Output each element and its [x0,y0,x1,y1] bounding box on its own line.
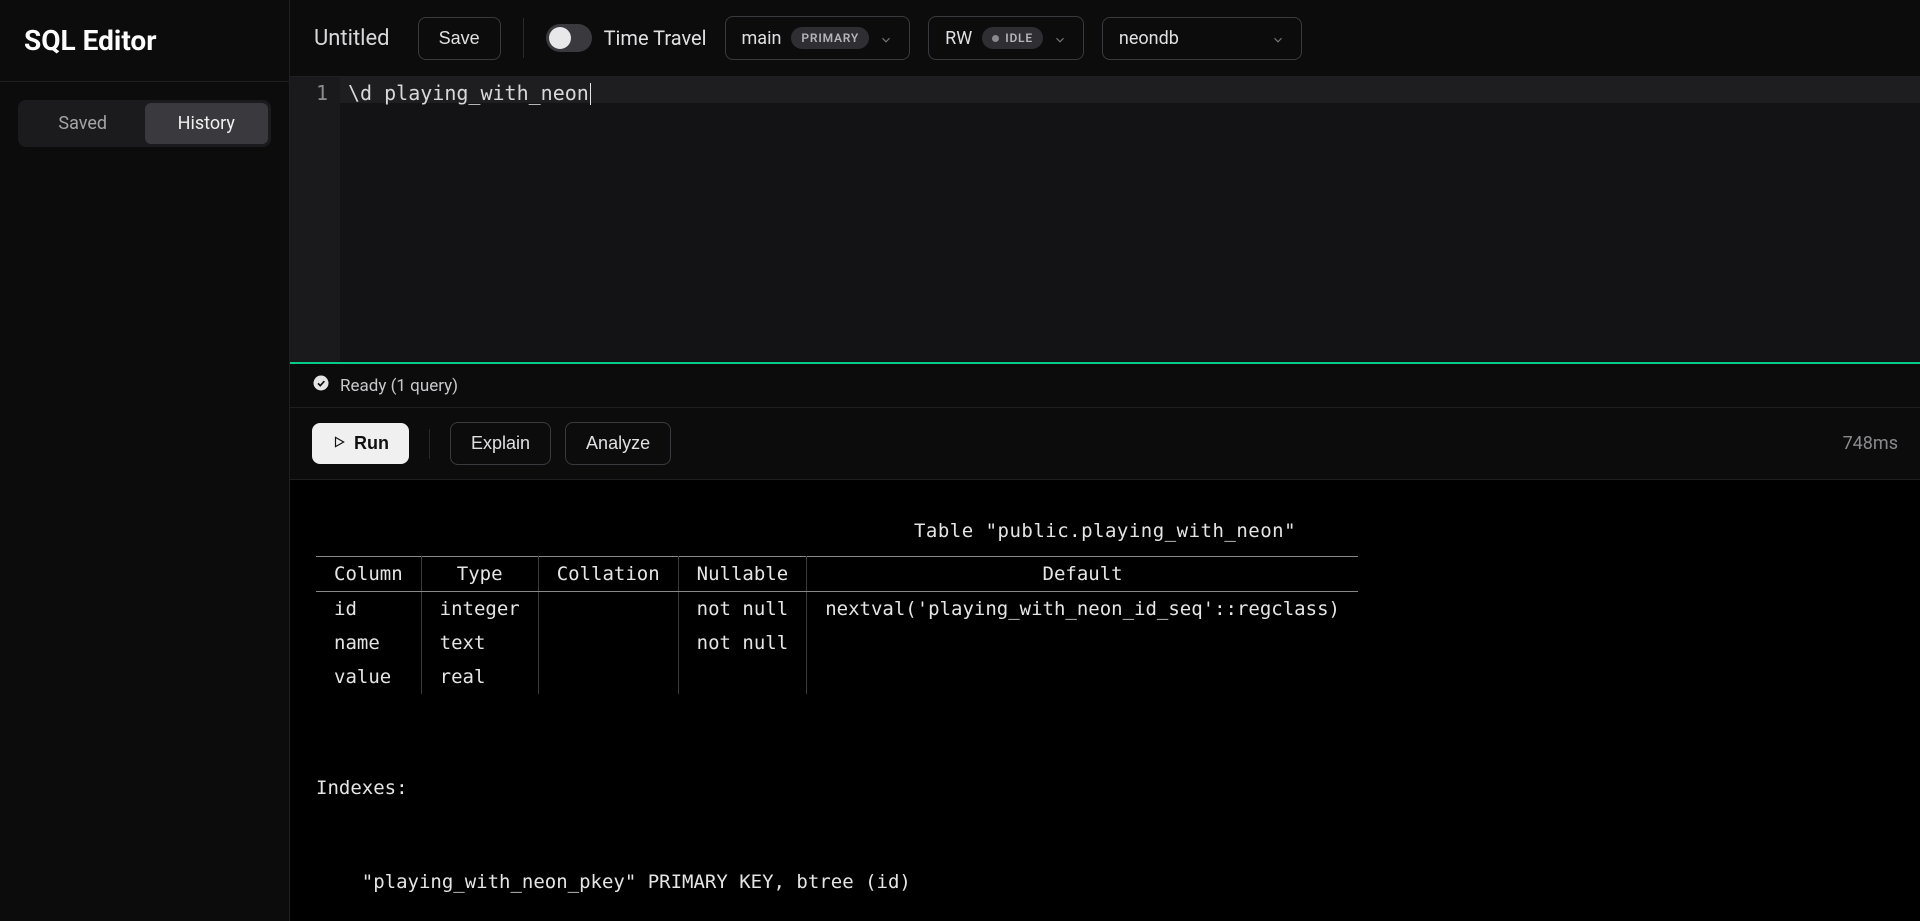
branch-name: main [742,28,782,49]
table-row: value real [316,660,1358,694]
sidebar: SQL Editor Saved History [0,0,290,921]
main: Untitled Save Time Travel main PRIMARY R… [290,0,1920,921]
sidebar-tabs: Saved History [18,100,271,147]
chevron-down-icon [1271,31,1285,45]
page-title: SQL Editor [24,24,265,57]
mode-label: RW [945,28,972,49]
code-line: \d playing_with_neon [348,81,1912,105]
query-timing: 748ms [1843,433,1898,454]
sql-editor[interactable]: 1 \d playing_with_neon [290,77,1920,362]
tab-saved[interactable]: Saved [21,103,145,144]
result-table: Column Type Collation Nullable Default i… [316,556,1358,694]
mode-status-badge: IDLE [982,27,1043,49]
toolbar: Untitled Save Time Travel main PRIMARY R… [290,0,1920,77]
indexes-line: "playing_with_neon_pkey" PRIMARY KEY, bt… [316,867,1894,898]
table-header-row: Column Type Collation Nullable Default [316,557,1358,592]
result-panel[interactable]: Table "public.playing_with_neon" Column … [290,480,1920,921]
chevron-down-icon [879,31,893,45]
editor-gutter: 1 [290,77,340,362]
col-column: Column [316,557,421,592]
chevron-down-icon [1053,31,1067,45]
separator [523,18,524,58]
result-title: Table "public.playing_with_neon" [316,520,1894,542]
col-collation: Collation [538,557,678,592]
run-button[interactable]: Run [312,423,409,464]
tab-history[interactable]: History [145,103,269,144]
save-button[interactable]: Save [418,17,501,60]
database-name: neondb [1119,28,1179,49]
time-travel-control: Time Travel [546,24,707,52]
col-nullable: Nullable [678,557,807,592]
table-row: name text not null [316,626,1358,660]
doc-title[interactable]: Untitled [314,26,390,51]
branch-badge: PRIMARY [791,27,869,49]
time-travel-toggle[interactable] [546,24,592,52]
separator [429,429,430,459]
check-circle-icon [312,374,330,397]
status-bar: Ready (1 query) [290,364,1920,407]
mode-status-text: IDLE [1005,31,1033,45]
analyze-button[interactable]: Analyze [565,422,671,465]
action-bar: Run Explain Analyze 748ms [290,407,1920,480]
editor-content[interactable]: \d playing_with_neon [340,77,1920,362]
database-dropdown[interactable]: neondb [1102,17,1302,60]
play-icon [332,433,346,454]
branch-dropdown[interactable]: main PRIMARY [725,16,911,60]
mode-dropdown[interactable]: RW IDLE [928,16,1084,60]
col-type: Type [421,557,538,592]
explain-button[interactable]: Explain [450,422,551,465]
line-number: 1 [294,81,328,105]
sidebar-header: SQL Editor [0,0,289,82]
table-row: id integer not null nextval('playing_wit… [316,592,1358,627]
indexes-block: Indexes: "playing_with_neon_pkey" PRIMAR… [316,710,1894,921]
time-travel-label: Time Travel [604,26,707,50]
col-default: Default [807,557,1358,592]
text-cursor [590,83,591,105]
status-text: Ready (1 query) [340,376,458,396]
run-label: Run [354,433,389,454]
status-dot-icon [992,35,999,42]
indexes-label: Indexes: [316,773,1894,804]
